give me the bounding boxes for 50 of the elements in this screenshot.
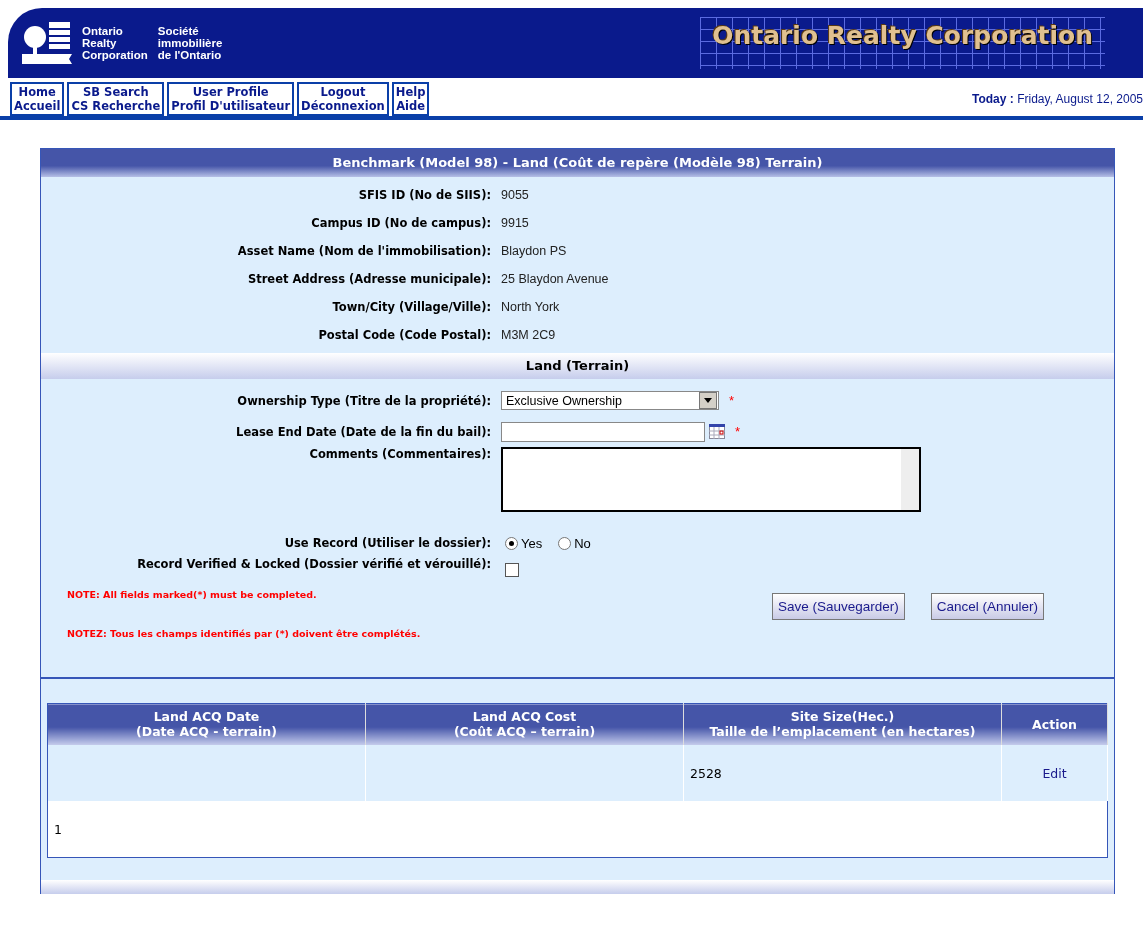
ownership-select[interactable]: Exclusive Ownership — [501, 391, 719, 410]
edit-link[interactable]: Edit — [1042, 765, 1067, 781]
column-header: Land ACQ Date (Date ACQ - terrain) — [47, 703, 366, 745]
org-name: Ontario Realty Corporation — [82, 25, 148, 61]
field-label: SFIS ID (No de SIIS): — [357, 188, 491, 202]
nav-link[interactable]: Home Accueil — [10, 82, 65, 116]
field-value: M3M 2C9 — [501, 328, 557, 342]
calendar-icon[interactable] — [709, 424, 725, 439]
field-label: Street Address (Adresse municipale): — [246, 272, 491, 286]
logo-icon — [22, 20, 72, 66]
column-header: Action — [1001, 703, 1108, 745]
field-label: Town/City (Village/Ville): — [331, 300, 491, 314]
nav-link[interactable]: Logout Déconnexion — [297, 82, 389, 116]
column-header: Land ACQ Cost (Coût ACQ – terrain) — [365, 703, 684, 745]
field-label: Postal Code (Code Postal): — [317, 328, 491, 342]
table-cell: 2528 — [683, 745, 1002, 801]
nav-link[interactable]: Help Aide — [391, 82, 430, 116]
radio-option[interactable]: Yes — [505, 535, 543, 551]
banner-title: Ontario Realty Corporation — [700, 17, 1105, 69]
required-note: NOTEZ: Tous les champs identifiés par (*) doivent être complétés. — [67, 628, 421, 639]
org-name-french: Société immobilière de l'Ontario — [157, 25, 223, 61]
field-label: Lease End Date (Date de la fin du bail): — [235, 424, 491, 439]
required-note: NOTE: All fields marked(*) must be completed. — [67, 589, 318, 600]
field-value: 25 Blaydon Avenue — [501, 272, 610, 286]
field-label: Comments (Commentaires): — [308, 447, 491, 461]
field-label: Record Verified & Locked (Dossier vérifié et vérouillé): — [136, 557, 491, 571]
save-button[interactable]: Save (Sauvegarder) — [771, 593, 905, 620]
scrollbar[interactable] — [901, 449, 919, 510]
page-number: 1 — [47, 801, 1108, 858]
date-field[interactable] — [501, 421, 705, 442]
section-title: Land (Terrain) — [41, 353, 1114, 379]
field-label: Campus ID (No de campus): — [310, 216, 491, 230]
field-value: North York — [501, 300, 561, 314]
field-value: Blaydon PS — [501, 244, 568, 258]
panel-title: Benchmark (Model 98) - Land (Coût de repère (Modèle 98) Terrain) — [41, 149, 1114, 177]
field-value: 9055 — [501, 188, 530, 202]
required-mark: * — [729, 393, 735, 408]
field-label: Asset Name (Nom de l'immobilisation): — [236, 244, 491, 258]
column-header: Site Size(Hec.) Taille de l’emplacement (en hectares) — [683, 703, 1002, 745]
nav-link[interactable]: SB Search CS Recherche — [67, 82, 165, 116]
field-label: Use Record (Utiliser le dossier): — [283, 536, 491, 550]
field-value: 9915 — [501, 216, 530, 230]
comments-field[interactable] — [501, 447, 921, 512]
cancel-button[interactable]: Cancel (Annuler) — [930, 593, 1044, 620]
radio-option[interactable]: No — [558, 535, 591, 551]
required-mark: * — [735, 424, 741, 439]
nav-link[interactable]: User Profile Profil D'utilisateur — [167, 82, 295, 116]
checkbox[interactable] — [505, 563, 519, 577]
today-date: Today : Friday, August 12, 2005 — [972, 92, 1143, 106]
field-label: Ownership Type (Titre de la propriété): — [236, 393, 491, 408]
